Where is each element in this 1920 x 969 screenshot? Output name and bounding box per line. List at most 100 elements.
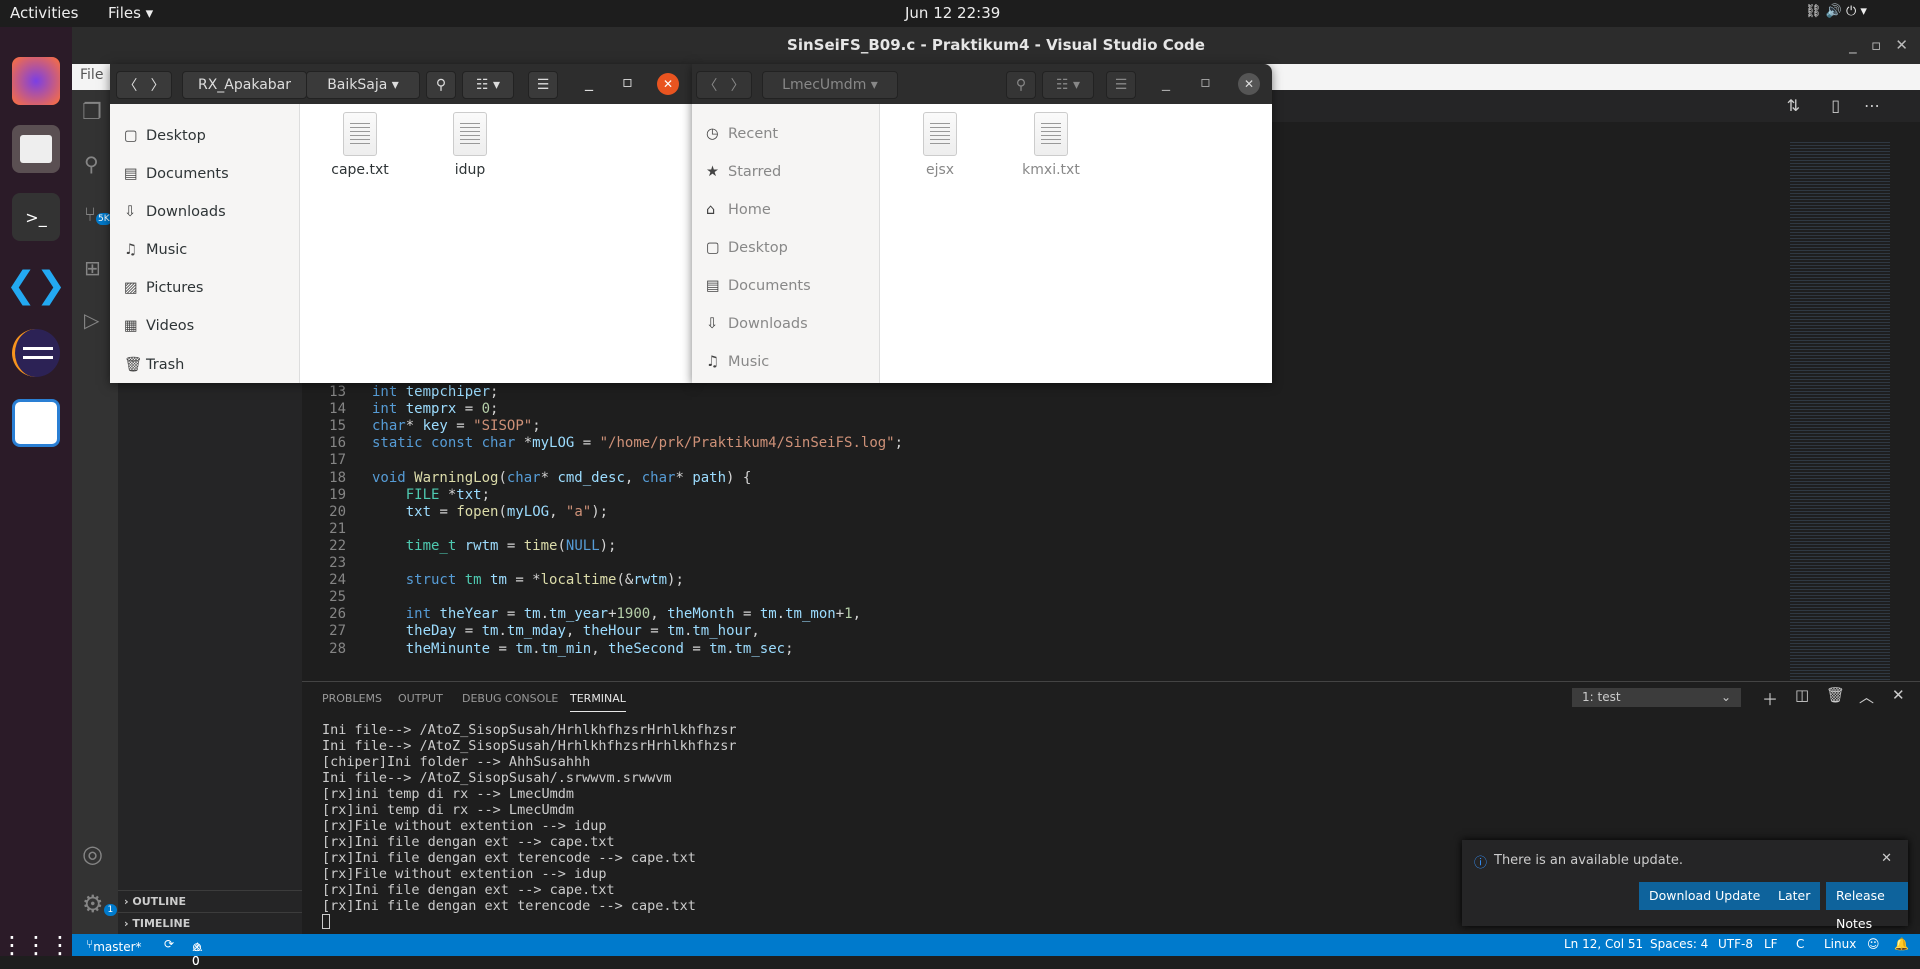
- code-token: "a": [565, 503, 592, 520]
- tab-terminal[interactable]: TERMINAL: [570, 692, 626, 712]
- code-token: 1900: [616, 606, 651, 623]
- close-icon[interactable]: ✕: [1238, 73, 1260, 95]
- split-terminal-icon[interactable]: ◫: [1795, 686, 1809, 704]
- terminal-select[interactable]: 1: test ⌄: [1572, 688, 1741, 707]
- clock[interactable]: Jun 12 22:39: [905, 4, 1000, 22]
- window-controls[interactable]: _ ▫ ✕: [1849, 27, 1908, 64]
- encoding[interactable]: UTF-8: [1718, 937, 1753, 951]
- sidebar-item-videos[interactable]: ▦ Videos: [124, 318, 194, 334]
- maximize-panel-icon[interactable]: ︿: [1859, 686, 1874, 707]
- search-icon[interactable]: ⚲: [426, 71, 456, 99]
- timeline-section[interactable]: › TIMELINE: [118, 912, 302, 934]
- system-indicators[interactable]: ⛓ 🔊 ⏻ ▾: [1805, 4, 1867, 19]
- maximize-icon[interactable]: ▫: [622, 72, 633, 91]
- accounts-icon[interactable]: ◎: [82, 840, 103, 868]
- firefox-icon[interactable]: [12, 57, 60, 105]
- new-terminal-icon[interactable]: ＋: [1762, 686, 1778, 710]
- extensions-icon[interactable]: ⊞: [84, 256, 101, 280]
- file-item[interactable]: idup: [440, 112, 500, 178]
- vscode-icon[interactable]: ❮❯: [6, 261, 66, 309]
- eol[interactable]: LF: [1764, 937, 1778, 951]
- sidebar-item-home[interactable]: ⌂Home: [124, 104, 189, 106]
- code-token: );: [599, 537, 617, 554]
- cursor-position[interactable]: Ln 12, Col 51: [1564, 937, 1643, 951]
- tab-debug-console[interactable]: DEBUG CONSOLE: [462, 692, 558, 705]
- search-icon[interactable]: ⚲: [1006, 71, 1036, 99]
- language-mode[interactable]: C: [1796, 937, 1804, 951]
- branch-status[interactable]: ⑂ master*: [86, 937, 142, 954]
- code-token: 0: [481, 401, 491, 418]
- libreoffice-writer-icon[interactable]: [12, 399, 60, 447]
- sync-icon[interactable]: ⟳: [164, 937, 174, 951]
- os-status[interactable]: Linux: [1824, 937, 1856, 951]
- path-segment[interactable]: RX_Apakabar: [182, 71, 307, 99]
- sidebar-item-starred[interactable]: ★ Starred: [706, 164, 781, 180]
- close-icon[interactable]: ✕: [657, 73, 679, 95]
- files-app-menu[interactable]: Files ▾: [108, 4, 153, 22]
- open-changes-icon[interactable]: ⇅: [1787, 96, 1800, 115]
- maximize-icon[interactable]: ▫: [1200, 72, 1211, 91]
- code-token: ,: [565, 623, 583, 640]
- menu-file[interactable]: File: [80, 67, 103, 83]
- sidebar-item-desktop[interactable]: ▢ Desktop: [706, 240, 788, 256]
- sidebar-item-downloads[interactable]: ⇩ Downloads: [124, 204, 226, 220]
- minimize-icon[interactable]: _: [1162, 72, 1170, 91]
- sidebar-item-trash[interactable]: 🗑 Trash: [124, 356, 184, 373]
- back-forward-buttons[interactable]: 〈 〉: [696, 71, 752, 99]
- sidebar-item-music[interactable]: ♫ Music: [706, 354, 769, 370]
- terminal-icon[interactable]: >_: [12, 193, 60, 241]
- sidebar-item-music[interactable]: ♫ Music: [124, 242, 187, 258]
- code-token: ,: [624, 469, 642, 486]
- file-item[interactable]: ejsx: [910, 112, 970, 178]
- file-name: kmxi.txt: [1022, 162, 1080, 178]
- view-toggle-icon[interactable]: ☷ ▾: [462, 71, 514, 99]
- sidebar-item-recent[interactable]: ◷ Recent: [706, 126, 778, 142]
- close-panel-icon[interactable]: ✕: [1892, 686, 1905, 704]
- more-actions-icon[interactable]: ⋯: [1864, 96, 1880, 115]
- eclipse-icon[interactable]: [12, 329, 60, 377]
- sidebar-item-documents[interactable]: ▤ Documents: [706, 278, 811, 294]
- code-token: =: [641, 623, 668, 640]
- minimize-icon[interactable]: _: [585, 72, 593, 91]
- minimap[interactable]: [1790, 140, 1890, 680]
- terminal-output[interactable]: Ini file--> /AtoZ_SisopSusah/Hrhlkhfhzsr…: [322, 722, 737, 929]
- notifications-bell-icon[interactable]: 🔔: [1894, 937, 1909, 951]
- file-item[interactable]: cape.txt: [330, 112, 390, 178]
- file-item[interactable]: kmxi.txt: [1021, 112, 1081, 178]
- release-notes-button[interactable]: Release Notes: [1826, 882, 1908, 931]
- path-segment-current[interactable]: LmecUmdm ▾: [762, 71, 898, 99]
- later-button[interactable]: Later: [1768, 882, 1821, 910]
- split-editor-icon[interactable]: ▯: [1831, 96, 1840, 115]
- code-token: myLOG: [532, 435, 575, 452]
- view-toggle-icon[interactable]: ☷ ▾: [1042, 71, 1094, 99]
- source-control-icon[interactable]: ⑂ 5K: [84, 202, 112, 226]
- tab-output[interactable]: OUTPUT: [398, 692, 443, 705]
- run-debug-icon[interactable]: ▷: [84, 308, 99, 332]
- files-icon[interactable]: [12, 125, 60, 173]
- trash-icon[interactable]: 🗑: [1826, 686, 1845, 704]
- code-token: char: [641, 469, 676, 486]
- tab-problems[interactable]: PROBLEMS: [322, 692, 382, 705]
- explorer-icon[interactable]: ❐: [82, 100, 102, 125]
- sidebar-item-downloads[interactable]: ⇩ Downloads: [706, 316, 808, 332]
- indentation[interactable]: Spaces: 4: [1650, 937, 1708, 951]
- sidebar-item-documents[interactable]: ▤ Documents: [124, 166, 229, 182]
- download-update-button[interactable]: Download Update: [1639, 882, 1771, 910]
- settings-gear-icon[interactable]: ⚙ 1: [82, 890, 118, 918]
- menu-icon[interactable]: ☰: [528, 71, 558, 99]
- close-icon[interactable]: ✕: [1881, 851, 1892, 866]
- menu-icon[interactable]: ☰: [1106, 71, 1136, 99]
- sidebar-item-pictures[interactable]: ▨ Pictures: [124, 280, 203, 296]
- path-segment-current[interactable]: BaikSaja ▾: [306, 71, 420, 99]
- activities-button[interactable]: Activities: [10, 4, 78, 22]
- feedback-icon[interactable]: ☺: [1867, 937, 1880, 951]
- sidebar-item-home[interactable]: ⌂Home: [706, 202, 771, 218]
- code-token: ;: [481, 486, 491, 503]
- sidebar-item-desktop[interactable]: ▢ Desktop: [124, 128, 206, 144]
- recent-icon: ◷: [706, 126, 719, 142]
- search-icon[interactable]: ⚲: [84, 152, 99, 176]
- back-forward-buttons[interactable]: 〈 〉: [116, 71, 172, 99]
- outline-section[interactable]: › OUTLINE: [118, 890, 302, 912]
- grid-icon[interactable]: ⋮⋮⋮: [0, 921, 72, 969]
